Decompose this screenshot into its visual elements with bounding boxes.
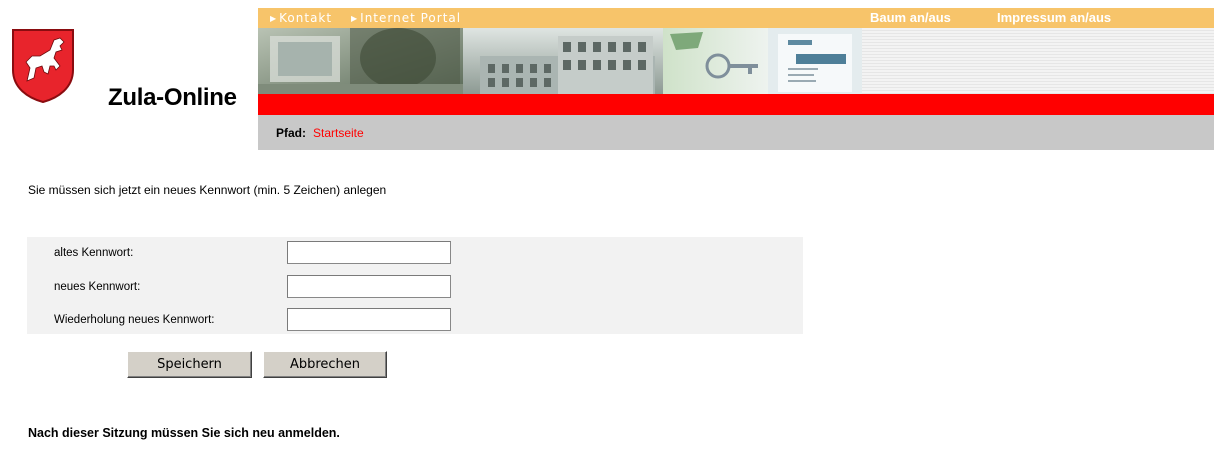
repeat-password-input[interactable]	[287, 308, 451, 331]
breadcrumb-label: Pfad:	[276, 126, 306, 140]
cancel-button[interactable]: Abbrechen	[263, 351, 387, 378]
instruction-text: Sie müssen sich jetzt ein neues Kennwort…	[28, 183, 387, 197]
new-password-input[interactable]	[287, 275, 451, 298]
new-password-label: neues Kennwort:	[54, 281, 141, 293]
header-banner-image	[258, 28, 862, 94]
nav-link-kontakt[interactable]: ▶ Kontakt	[270, 11, 332, 25]
save-button[interactable]: Speichern	[127, 351, 252, 378]
header-logo-area: Zula-Online	[0, 0, 258, 150]
toggle-imprint-link[interactable]: Impressum an/aus	[997, 10, 1111, 25]
old-password-input[interactable]	[287, 241, 451, 264]
top-navigation-bar: ▶ Kontakt ▶ Internet Portal Baum an/aus Im…	[258, 8, 1214, 28]
header-red-bar	[258, 94, 1214, 115]
triangle-right-icon: ▶	[270, 14, 278, 23]
nav-link-label: Internet Portal	[360, 11, 462, 25]
repeat-password-label: Wiederholung neues Kennwort:	[54, 314, 215, 326]
header-banner-pattern	[862, 28, 1214, 94]
breadcrumb: Pfad: Startseite	[258, 115, 1214, 150]
old-password-label: altes Kennwort:	[54, 247, 134, 259]
nav-link-label: Kontakt	[279, 11, 333, 25]
triangle-right-icon: ▶	[351, 14, 359, 23]
app-title: Zula-Online	[108, 84, 237, 111]
toggle-tree-link[interactable]: Baum an/aus	[870, 10, 951, 25]
relogin-note: Nach dieser Sitzung müssen Sie sich neu …	[28, 426, 340, 440]
lower-saxony-horse-crest-icon	[12, 29, 74, 104]
breadcrumb-link-startseite[interactable]: Startseite	[313, 126, 364, 140]
nav-link-internet-portal[interactable]: ▶ Internet Portal	[351, 11, 461, 25]
